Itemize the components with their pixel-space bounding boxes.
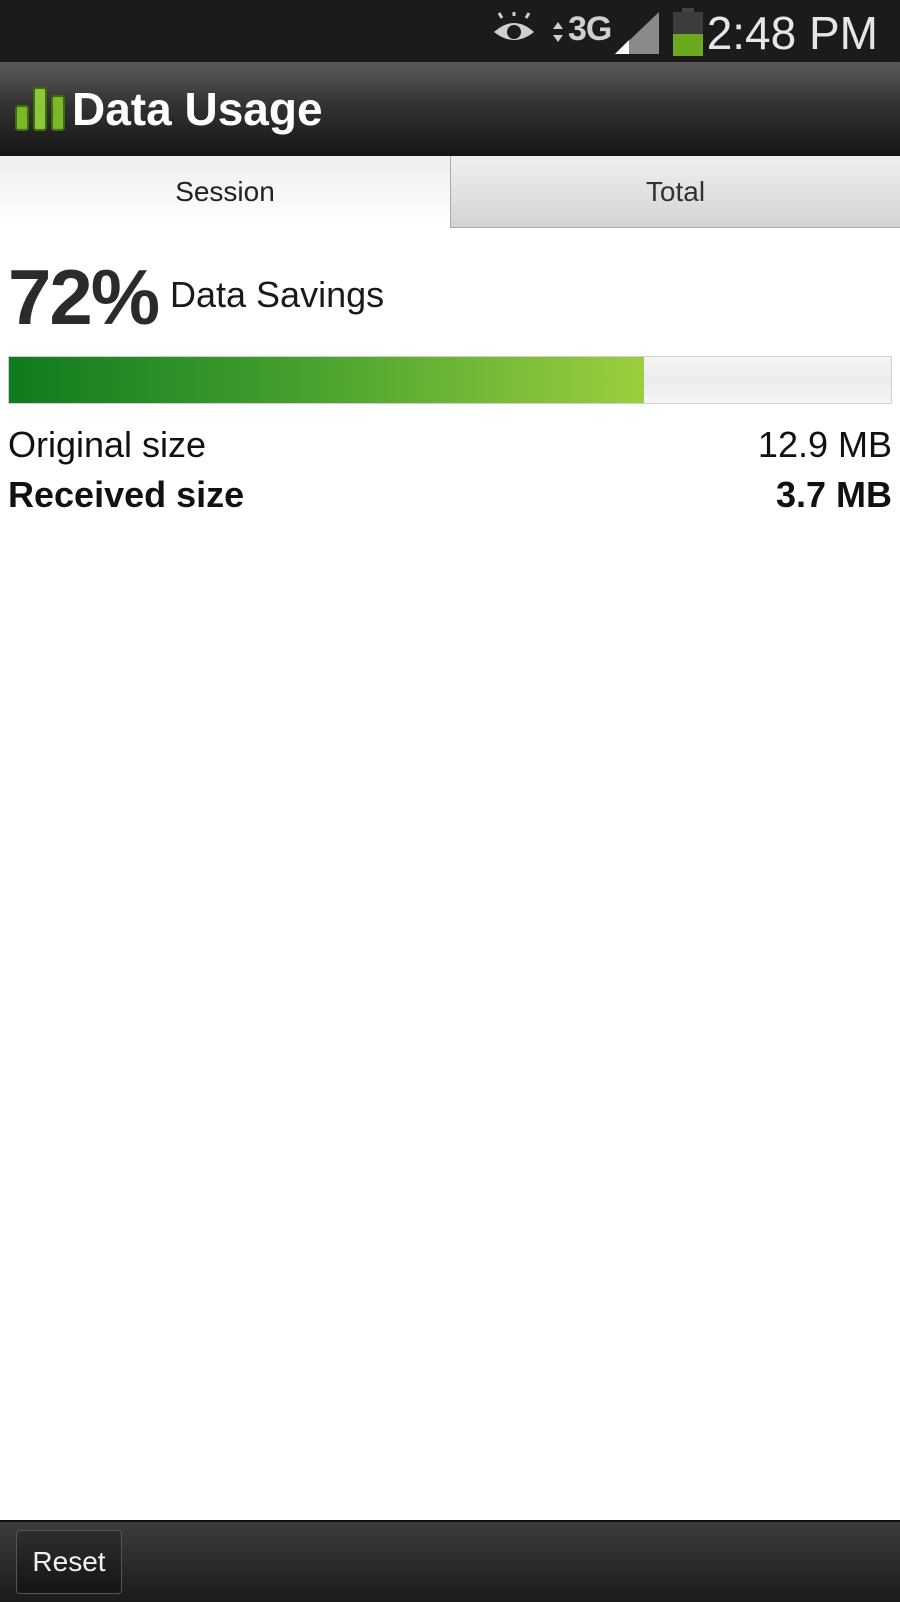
network-arrows-icon — [552, 20, 564, 49]
action-bar: Data Usage — [0, 62, 900, 158]
bottom-bar: Reset — [0, 1520, 900, 1602]
app-title: Data Usage — [72, 83, 323, 135]
battery-icon — [672, 8, 704, 61]
tab-bar: Session Total — [0, 156, 900, 228]
savings-percent: 72% — [8, 253, 160, 341]
network-type: 3G — [568, 10, 612, 48]
savings-progress-fill — [9, 357, 645, 403]
received-size-label: Received size — [8, 474, 245, 515]
status-bar: 3G 2:48 PM — [0, 0, 900, 62]
savings-label: Data Savings — [170, 274, 385, 315]
eye-icon — [490, 12, 538, 53]
received-size-row: Received size 3.7 MB — [8, 474, 892, 516]
received-size-value: 3.7 MB — [775, 474, 892, 515]
original-size-value: 12.9 MB — [757, 424, 892, 465]
signal-icon — [615, 12, 659, 59]
clock: 2:48 PM — [706, 7, 878, 59]
original-size-row: Original size 12.9 MB — [8, 424, 892, 466]
tab-total[interactable]: Total — [450, 156, 900, 228]
bar-chart-icon — [14, 84, 68, 137]
savings-progress-bar — [8, 356, 892, 404]
tab-session[interactable]: Session — [0, 156, 450, 228]
original-size-label: Original size — [8, 424, 207, 465]
reset-button[interactable]: Reset — [16, 1530, 122, 1594]
